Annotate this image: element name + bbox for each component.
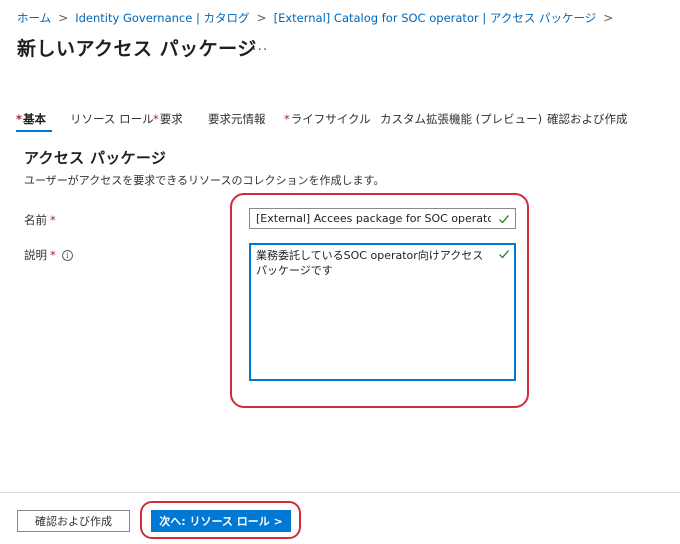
required-mark: * <box>50 213 56 227</box>
required-mark: * <box>153 112 159 126</box>
tab-label: カスタム拡張機能 (プレビュー) <box>380 112 543 126</box>
breadcrumb-catalogs[interactable]: Identity Governance | カタログ <box>75 10 249 26</box>
review-create-button[interactable]: 確認および作成 <box>17 510 130 532</box>
info-icon[interactable]: i <box>61 250 73 261</box>
tab-requestor-information[interactable]: 要求元情報 <box>208 111 266 127</box>
tab-label: リソース ロール <box>70 112 154 126</box>
checkmark-icon <box>499 250 509 259</box>
breadcrumb-separator: > <box>256 11 267 25</box>
required-mark: * <box>16 112 23 126</box>
tab-label: 基本 <box>23 112 47 126</box>
name-label-text: 名前 <box>24 213 47 227</box>
breadcrumb-catalog-access-packages[interactable]: [External] Catalog for SOC operator | アク… <box>274 10 597 26</box>
tab-lifecycle[interactable]: *ライフサイクル <box>284 111 371 127</box>
section-description: ユーザーがアクセスを要求できるリソースのコレクションを作成します。 <box>24 174 385 187</box>
breadcrumb-home[interactable]: ホーム <box>17 10 51 26</box>
required-mark: * <box>50 248 56 262</box>
description-label-text: 説明 <box>24 248 47 262</box>
active-tab-indicator <box>16 130 52 132</box>
description-label: 説明 * i <box>24 247 73 263</box>
description-field[interactable]: 業務委託しているSOC operator向けアクセス パッケージです <box>249 243 516 381</box>
description-textarea[interactable]: 業務委託しているSOC operator向けアクセス パッケージです <box>250 244 515 380</box>
checkmark-icon <box>499 215 509 224</box>
footer-divider <box>0 492 680 493</box>
breadcrumb-separator: > <box>603 11 614 25</box>
required-mark: * <box>284 112 290 126</box>
name-label: 名前 * <box>24 212 56 228</box>
tab-review-create[interactable]: 確認および作成 <box>547 111 628 127</box>
breadcrumb: ホーム > Identity Governance | カタログ > [Exte… <box>17 10 620 26</box>
tab-resource-roles[interactable]: リソース ロール <box>70 111 154 127</box>
breadcrumb-separator: > <box>58 11 69 25</box>
section-title: アクセス パッケージ <box>24 149 167 167</box>
next-resource-roles-button[interactable]: 次へ: リソース ロール > <box>151 510 291 532</box>
tab-label: 要求元情報 <box>208 112 266 126</box>
tab-custom-extensions[interactable]: カスタム拡張機能 (プレビュー) <box>380 111 542 127</box>
name-input[interactable] <box>250 209 515 228</box>
more-options-icon[interactable]: ... <box>252 38 268 54</box>
tab-basics[interactable]: *基本 <box>16 111 52 132</box>
tab-label: ライフサイクル <box>290 112 371 126</box>
name-field[interactable] <box>249 208 516 229</box>
tab-label: 要求 <box>159 112 183 126</box>
tab-requests[interactable]: *要求 <box>153 111 183 127</box>
tab-label: 確認および作成 <box>547 112 628 126</box>
page-title: 新しいアクセス パッケージ <box>17 38 257 60</box>
